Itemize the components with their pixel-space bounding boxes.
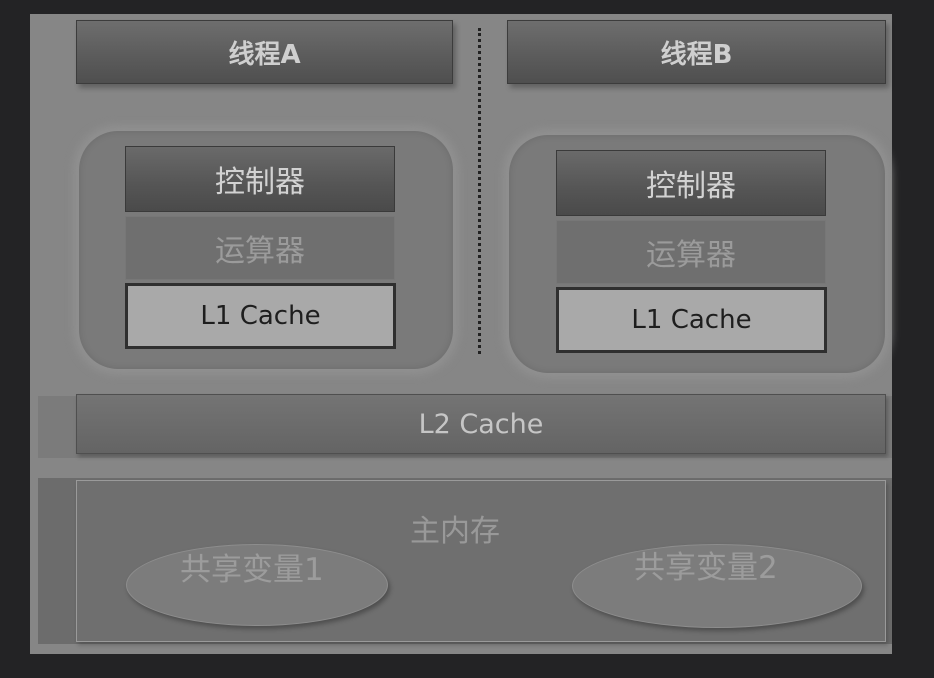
thread-a-title: 线程A	[228, 39, 301, 70]
thread-b-alu: 运算器	[556, 220, 826, 284]
shared-variable-1-label: 共享变量1	[180, 552, 324, 588]
thread-a-alu: 运算器	[125, 216, 395, 280]
thread-b-header: 线程B	[507, 20, 886, 84]
main-memory-label: 主内存	[410, 514, 500, 549]
thread-a-header: 线程A	[76, 20, 453, 84]
l2-cache: L2 Cache	[76, 394, 886, 454]
thread-b-title: 线程B	[660, 39, 733, 70]
thread-b-controller: 控制器	[556, 150, 826, 216]
thread-b-l1-cache: L1 Cache	[556, 287, 827, 353]
thread-a-l1-cache: L1 Cache	[125, 283, 396, 349]
thread-a-controller: 控制器	[125, 146, 395, 212]
shared-variable-2-label: 共享变量2	[634, 550, 778, 586]
memory-model-diagram: 线程A 线程B 控制器 运算器 L1 Cache 控制器 运算器 L1 Cach…	[30, 14, 892, 654]
thread-divider	[478, 28, 481, 354]
